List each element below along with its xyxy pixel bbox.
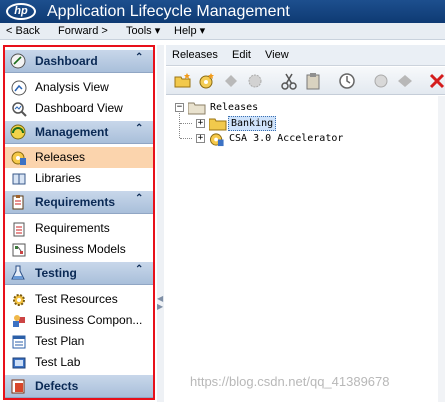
sidebar-item-dashboard-view[interactable]: Dashboard View (5, 98, 153, 119)
sidebar-item-business-models[interactable]: Business Models (5, 239, 153, 260)
collapse-root-icon[interactable]: − (175, 103, 184, 112)
test-plan-icon (12, 335, 26, 349)
new-cycle-icon (225, 75, 237, 87)
sidebar-item-label: Test Resources (35, 292, 118, 306)
forward-button[interactable]: Forward > (58, 24, 108, 38)
sidebar-item-business-components[interactable]: Business Compon... (5, 310, 153, 331)
module-toolbar (166, 67, 445, 95)
tree-connector (180, 138, 192, 139)
test-resources-gear-icon (13, 294, 25, 306)
back-button[interactable]: < Back (6, 24, 40, 38)
menu-releases[interactable]: Releases (172, 49, 218, 62)
delete-x-icon[interactable] (428, 72, 445, 90)
cycle-disabled-icon (248, 74, 262, 88)
help-menu[interactable]: Help ▾ (174, 24, 205, 38)
sidebar-item-label: Test Lab (35, 355, 81, 369)
sidebar-item-libraries[interactable]: Libraries (5, 168, 153, 189)
sidebar-section-requirements[interactable]: Requirements ⌃ (5, 191, 153, 214)
sidebar-item-label: Libraries (35, 171, 82, 185)
title-bar: hp Application Lifecycle Management (0, 0, 445, 23)
sidebar-item-label: Analysis View (35, 80, 109, 94)
logo-text: hp (14, 5, 28, 17)
business-models-icon (12, 243, 26, 257)
testing-flask-icon (11, 265, 25, 280)
sidebar-item-label: Business Models (35, 242, 126, 256)
banking-folder-icon (209, 118, 227, 131)
watermark-text: https://blog.csdn.net/qq_41389678 (190, 374, 390, 389)
business-components-icon (13, 315, 25, 327)
hp-logo-icon: hp (6, 3, 36, 20)
sidebar-splitter[interactable] (157, 45, 164, 402)
tree-node-csa[interactable]: CSA 3.0 Accelerator (229, 132, 343, 145)
management-icon (10, 124, 26, 140)
sidebar: Dashboard ⌃ Analysis View Dashboard View… (3, 45, 155, 400)
top-menubar: < Back Forward > Tools ▾ Help ▾ (0, 23, 445, 40)
sidebar-section-management[interactable]: Management ⌃ (5, 121, 153, 144)
module-menubar: Releases Edit View (166, 45, 445, 66)
cut-scissors-icon[interactable] (280, 72, 298, 90)
tree-root-label[interactable]: Releases (210, 101, 258, 114)
csa-release-icon (209, 133, 224, 147)
expand-csa-icon[interactable]: + (196, 134, 205, 143)
defects-icon (11, 379, 25, 394)
sidebar-section-testing[interactable]: Testing ⌃ (5, 262, 153, 285)
libraries-book-icon (12, 173, 26, 185)
sidebar-item-label: Test Plan (35, 334, 85, 348)
tree-connector (180, 123, 192, 124)
releases-icon (11, 151, 26, 165)
vertical-scrollbar[interactable] (438, 96, 445, 402)
sidebar-section-label: Requirements (35, 195, 116, 209)
new-folder-icon[interactable] (174, 72, 192, 90)
test-lab-icon (12, 357, 26, 369)
menu-view[interactable]: View (265, 49, 289, 62)
collapse-icon[interactable]: ⌃ (135, 52, 143, 64)
sidebar-item-label: Dashboard View (35, 101, 123, 115)
sidebar-item-test-plan[interactable]: Test Plan (5, 331, 153, 352)
sidebar-section-label: Testing (35, 266, 77, 280)
sidebar-section-dashboard[interactable]: Dashboard ⌃ (5, 50, 153, 73)
sidebar-section-label: Defects (35, 379, 79, 393)
history-clock-icon[interactable] (338, 72, 356, 90)
menu-edit[interactable]: Edit (232, 49, 251, 62)
sidebar-section-label: Dashboard (35, 54, 98, 68)
milestone-disabled-icon (398, 75, 412, 87)
sidebar-section-defects[interactable]: Defects (5, 375, 153, 398)
tree-node-banking[interactable]: Banking (228, 116, 277, 131)
sidebar-item-label: Releases (35, 150, 86, 164)
requirements-clipboard-icon (12, 195, 24, 210)
requirements-icon (13, 222, 25, 237)
dashboard-gauge-icon (10, 53, 26, 69)
sidebar-item-requirements[interactable]: Requirements (5, 218, 153, 239)
collapse-icon[interactable]: ⌃ (135, 264, 143, 276)
sidebar-item-test-lab[interactable]: Test Lab (5, 352, 153, 373)
app-title: Application Lifecycle Management (47, 3, 290, 20)
collapse-arrows-icon[interactable]: ◀ ▶ (157, 295, 163, 311)
releases-root-folder-icon (188, 102, 206, 115)
paste-icon[interactable] (304, 72, 322, 90)
sidebar-item-analysis-view[interactable]: Analysis View (5, 77, 153, 98)
sidebar-item-label: Business Compon... (35, 313, 143, 327)
collapse-icon[interactable]: ⌃ (135, 123, 143, 135)
analysis-view-icon (11, 80, 27, 96)
releases-tree: − Releases + Banking + CSA 3.0 Accelerat… (166, 96, 445, 402)
sidebar-section-label: Management (35, 125, 109, 139)
sidebar-item-test-resources[interactable]: Test Resources (5, 289, 153, 310)
refresh-disabled-icon (374, 74, 388, 88)
dashboard-view-icon (12, 102, 27, 117)
tools-menu[interactable]: Tools ▾ (126, 24, 160, 38)
sidebar-item-label: Requirements (35, 221, 110, 235)
sidebar-item-releases[interactable]: Releases (5, 147, 153, 168)
expand-banking-icon[interactable]: + (196, 119, 205, 128)
new-release-icon[interactable] (198, 72, 216, 90)
collapse-icon[interactable]: ⌃ (135, 193, 143, 205)
